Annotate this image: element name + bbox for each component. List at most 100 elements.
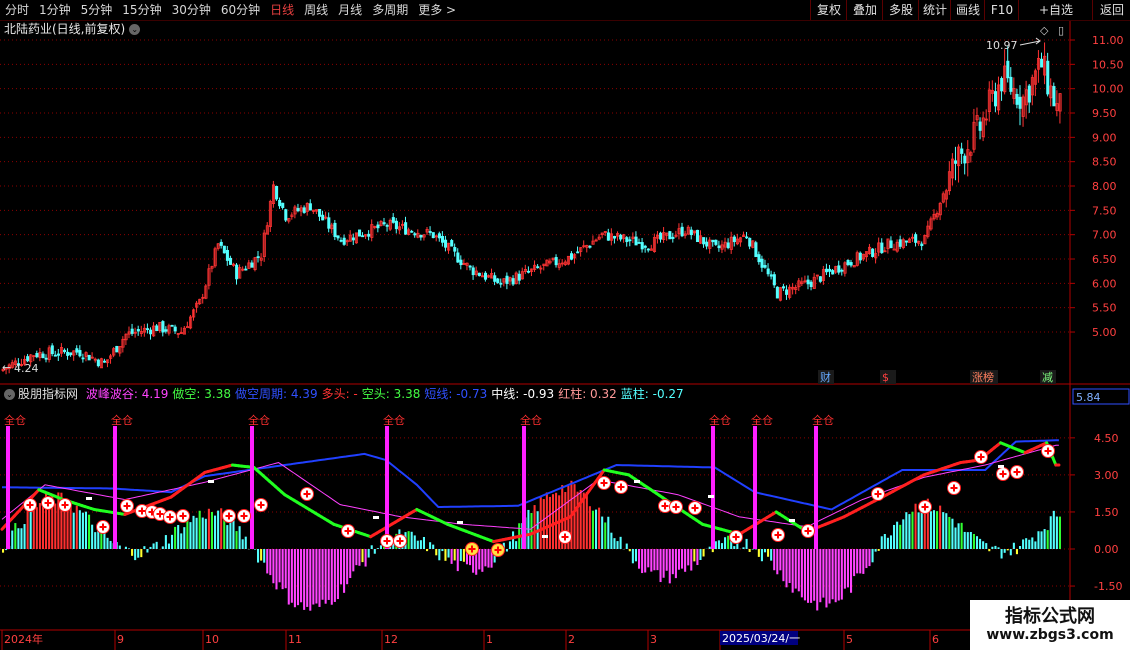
candle[interactable] bbox=[391, 217, 395, 223]
candle[interactable] bbox=[695, 229, 700, 243]
candle[interactable] bbox=[659, 232, 663, 240]
candle[interactable] bbox=[50, 345, 54, 355]
candle[interactable] bbox=[66, 351, 70, 356]
candle[interactable] bbox=[625, 237, 629, 243]
candle[interactable] bbox=[81, 357, 85, 360]
candle[interactable] bbox=[440, 235, 445, 243]
candle[interactable] bbox=[646, 248, 650, 251]
candle[interactable] bbox=[505, 275, 509, 284]
candle[interactable] bbox=[643, 245, 647, 248]
candle[interactable] bbox=[410, 230, 414, 233]
candle[interactable] bbox=[637, 242, 641, 244]
candle[interactable] bbox=[763, 265, 767, 268]
candle[interactable] bbox=[44, 357, 48, 360]
candle[interactable] bbox=[56, 353, 60, 356]
candle[interactable] bbox=[367, 233, 371, 237]
candle[interactable] bbox=[69, 352, 73, 356]
candle[interactable] bbox=[775, 286, 779, 299]
candle[interactable] bbox=[846, 259, 850, 265]
candlestick-layer[interactable] bbox=[1, 42, 1062, 375]
candle[interactable] bbox=[1046, 60, 1050, 95]
candle[interactable] bbox=[536, 266, 540, 269]
candle[interactable] bbox=[766, 268, 770, 275]
candle[interactable] bbox=[732, 236, 736, 243]
candle[interactable] bbox=[78, 350, 82, 357]
candle[interactable] bbox=[849, 262, 853, 266]
candle[interactable] bbox=[880, 242, 884, 254]
candle[interactable] bbox=[339, 239, 343, 242]
indicator-name[interactable]: 股朋指标网 bbox=[18, 387, 78, 401]
candle[interactable] bbox=[754, 242, 758, 258]
chevron-down-icon[interactable]: ⌄ bbox=[129, 24, 141, 35]
candle[interactable] bbox=[130, 328, 134, 334]
candle[interactable] bbox=[342, 237, 346, 245]
candle[interactable] bbox=[281, 202, 285, 208]
candle[interactable] bbox=[606, 232, 610, 241]
candle[interactable] bbox=[1015, 93, 1019, 105]
candle[interactable] bbox=[554, 257, 558, 266]
candle[interactable] bbox=[87, 354, 91, 361]
candle[interactable] bbox=[336, 235, 340, 239]
candle[interactable] bbox=[825, 268, 829, 273]
candle[interactable] bbox=[275, 185, 279, 200]
candle[interactable] bbox=[361, 235, 365, 238]
candle[interactable] bbox=[170, 324, 174, 327]
candle[interactable] bbox=[35, 353, 39, 358]
candle[interactable] bbox=[471, 267, 475, 276]
candle[interactable] bbox=[1027, 85, 1031, 103]
candle[interactable] bbox=[308, 203, 312, 211]
candle[interactable] bbox=[840, 269, 844, 272]
candle[interactable] bbox=[898, 239, 902, 247]
candle[interactable] bbox=[296, 208, 300, 212]
candle[interactable] bbox=[96, 359, 100, 367]
candle[interactable] bbox=[477, 272, 481, 276]
candle[interactable] bbox=[772, 274, 776, 286]
candle[interactable] bbox=[889, 240, 893, 249]
candle[interactable] bbox=[588, 245, 592, 248]
candle[interactable] bbox=[228, 257, 233, 265]
candle[interactable] bbox=[278, 200, 282, 207]
candle[interactable] bbox=[256, 256, 260, 259]
candle[interactable] bbox=[146, 328, 150, 331]
candle[interactable] bbox=[250, 262, 254, 268]
candle[interactable] bbox=[149, 329, 153, 335]
candle[interactable] bbox=[526, 270, 531, 273]
candle[interactable] bbox=[831, 270, 835, 275]
candle[interactable] bbox=[41, 353, 45, 359]
candle[interactable] bbox=[785, 289, 789, 295]
candle[interactable] bbox=[511, 278, 515, 285]
candle[interactable] bbox=[680, 226, 684, 237]
candle[interactable] bbox=[619, 234, 623, 240]
candle[interactable] bbox=[413, 233, 417, 236]
candle[interactable] bbox=[376, 224, 380, 229]
candle[interactable] bbox=[806, 279, 810, 285]
candle[interactable] bbox=[711, 239, 715, 243]
candle[interactable] bbox=[634, 236, 638, 246]
candle[interactable] bbox=[954, 160, 958, 164]
candle[interactable] bbox=[871, 248, 875, 257]
candle[interactable] bbox=[358, 229, 362, 237]
candle[interactable] bbox=[1006, 60, 1010, 79]
candle[interactable] bbox=[456, 252, 460, 263]
candle[interactable] bbox=[576, 251, 580, 254]
candle[interactable] bbox=[858, 252, 862, 261]
candle[interactable] bbox=[963, 155, 967, 164]
candle[interactable] bbox=[717, 245, 721, 249]
candle[interactable] bbox=[517, 273, 521, 281]
candle[interactable] bbox=[444, 239, 448, 248]
candle[interactable] bbox=[745, 236, 749, 239]
candle[interactable] bbox=[818, 276, 822, 282]
candle[interactable] bbox=[63, 349, 67, 353]
candle[interactable] bbox=[244, 268, 248, 271]
candle[interactable] bbox=[222, 245, 226, 254]
candle[interactable] bbox=[450, 240, 454, 247]
candle[interactable] bbox=[483, 272, 488, 280]
candle[interactable] bbox=[757, 254, 761, 263]
candle[interactable] bbox=[321, 214, 325, 221]
candle[interactable] bbox=[173, 326, 177, 332]
candle[interactable] bbox=[809, 281, 813, 287]
candle[interactable] bbox=[714, 239, 718, 245]
candle[interactable] bbox=[782, 286, 786, 289]
candle[interactable] bbox=[382, 222, 386, 225]
candle[interactable] bbox=[404, 222, 408, 235]
